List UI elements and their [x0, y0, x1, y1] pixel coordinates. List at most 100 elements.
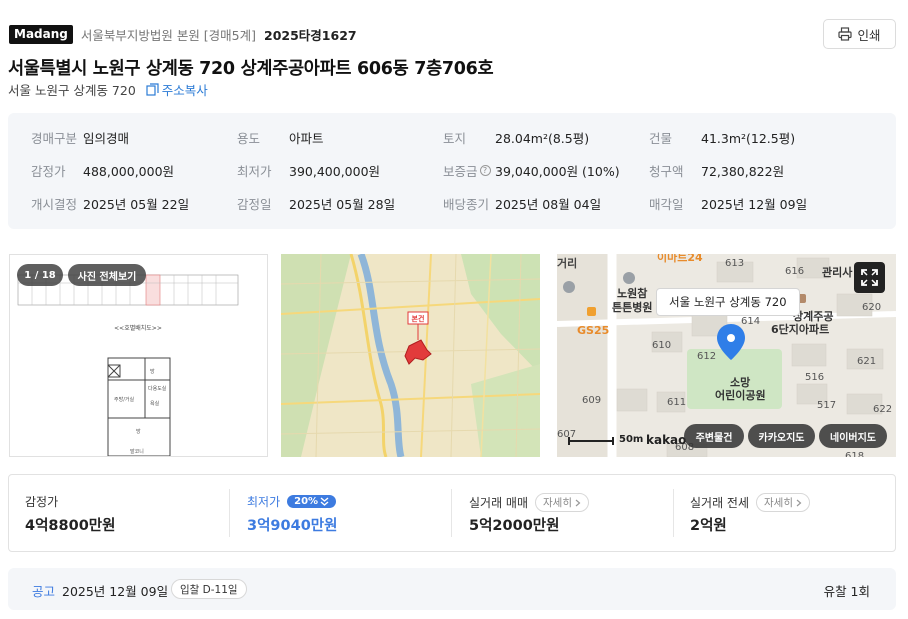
map-place: 노원참: [617, 287, 648, 300]
map-expand-button[interactable]: [854, 262, 885, 293]
price-summary: 감정가 4억8800만원 최저가 20% 3억9040만원 실거래 매매 자세히…: [8, 474, 896, 552]
notice-label: 공고: [32, 584, 56, 599]
price-value: 2억원: [690, 518, 727, 534]
chevron-right-icon: [575, 499, 581, 506]
info-value: 488,000,000원: [83, 163, 175, 179]
info-label: 최저가: [237, 163, 272, 179]
price-minimum: 최저가 20% 3억9040만원: [247, 475, 447, 551]
info-value: 2025년 12월 09일: [701, 196, 808, 212]
info-sale-date: 매각일 2025년 12월 09일: [649, 193, 807, 213]
info-value: 390,400,000원: [289, 163, 381, 179]
copy-address-label: 주소복사: [161, 83, 208, 98]
real-jeonse-detail-button[interactable]: 자세히: [756, 493, 810, 512]
real-trade-detail-button[interactable]: 자세히: [535, 493, 589, 512]
fail-count: 유찰 1회: [823, 584, 870, 599]
info-appraisal-date: 감정일 2025년 05월 28일: [237, 193, 395, 213]
info-label: 건물: [649, 130, 673, 146]
nearby-items-button[interactable]: 주변물건: [684, 424, 744, 448]
svg-text:다용도실: 다용도실: [148, 385, 167, 392]
double-chevron-down-icon: [320, 497, 329, 506]
map-number: 612: [697, 351, 717, 362]
info-deposit: 보증금 ? 39,040,000원 (10%): [443, 160, 620, 180]
info-claim: 청구액 72,380,822원: [649, 160, 784, 180]
price-value: 4억8800만원: [25, 518, 116, 534]
map-place: 이마트24: [657, 254, 703, 264]
page-title: 서울특별시 노원구 상계동 720 상계주공아파트 606동 7층706호: [8, 59, 494, 79]
price-real-trade: 실거래 매매 자세히 5억2000만원: [469, 475, 669, 551]
help-icon[interactable]: ?: [479, 164, 491, 176]
svg-text:욕실: 욕실: [150, 400, 160, 407]
map-number: 517: [817, 400, 837, 411]
map-number: 609: [582, 395, 602, 406]
court-name: 서울북부지방법원 본원 [경매5계]: [80, 27, 257, 43]
info-value: 39,040,000원 (10%): [495, 163, 620, 179]
min-price-label: 최저가: [247, 495, 281, 509]
price-value: 5억2000만원: [469, 518, 560, 534]
info-label: 보증금 ?: [443, 161, 495, 180]
map-place: 6단지아파트: [771, 323, 830, 336]
map-number: 614: [741, 316, 761, 327]
aerial-map-photo[interactable]: 본건: [281, 254, 540, 457]
info-label: 감정일: [237, 196, 272, 212]
print-button[interactable]: 인쇄: [823, 19, 896, 49]
info-minimum: 최저가 390,400,000원: [237, 160, 380, 180]
info-start-decision: 개시결정 2025년 05월 22일: [31, 193, 189, 213]
address-line: 서울 노원구 상계동 720 주소복사: [8, 80, 208, 99]
map-place: 거리: [557, 257, 578, 270]
info-appraisal: 감정가 488,000,000원: [31, 160, 174, 180]
naver-map-button[interactable]: 네이버지도: [819, 424, 887, 448]
kakao-logo: kakao: [646, 433, 687, 447]
info-value: 72,380,822원: [701, 163, 785, 179]
printer-icon: [838, 27, 853, 41]
map-number: 621: [857, 356, 877, 367]
price-label: 최저가 20%: [247, 493, 337, 510]
info-value: 41.3m²(12.5평): [701, 130, 796, 146]
discount-badge: 20%: [287, 495, 337, 508]
info-label: 매각일: [649, 196, 684, 212]
map-number: 618: [845, 451, 865, 457]
price-label: 감정가: [25, 495, 59, 509]
info-value: 2025년 05월 28일: [289, 196, 396, 212]
map-number: 516: [805, 372, 825, 383]
aerial-marker-label: 본건: [412, 314, 425, 323]
price-real-jeonse: 실거래 전세 자세히 2억원: [690, 475, 890, 551]
kakao-map-button[interactable]: 카카오지도: [748, 424, 815, 448]
svg-text:주방/거실: 주방/거실: [114, 396, 134, 403]
floorplan-photo[interactable]: 방 다용도실 주방/거실 욕실 방 발코니 <<호별배치도>> 1 / 18 사…: [9, 254, 268, 457]
info-label: 개시결정: [31, 196, 78, 212]
divider: [451, 489, 452, 537]
map-number: 616: [785, 266, 805, 277]
kakao-map[interactable]: 거리 이마트24 노원참 튼튼병원 GS25 상계주공 6단지아파트 소망 어린…: [557, 254, 896, 457]
chevron-right-icon: [796, 499, 802, 506]
price-appraisal: 감정가 4억8800만원: [25, 475, 225, 551]
svg-text:발코니: 발코니: [130, 448, 144, 455]
map-place: 어린이공원: [715, 389, 766, 402]
map-number: 613: [725, 258, 745, 269]
real-jeonse-label: 실거래 전세: [690, 496, 750, 510]
real-trade-label: 실거래 매매: [469, 496, 529, 510]
copy-address-button[interactable]: 주소복사: [146, 80, 208, 99]
map-place: GS25: [577, 324, 610, 337]
map-number: 620: [862, 302, 882, 313]
info-label: 용도: [237, 130, 261, 146]
svg-text:방: 방: [150, 368, 155, 375]
madang-logo[interactable]: Madang: [9, 24, 73, 44]
map-number: 622: [873, 404, 893, 415]
divider: [229, 489, 230, 537]
info-dividend-deadline: 배당종기 2025년 08월 04일: [443, 193, 601, 213]
price-value: 3억9040만원: [247, 518, 338, 534]
view-all-photos-button[interactable]: 사진 전체보기: [68, 264, 146, 286]
discount-percent: 20%: [294, 496, 319, 507]
info-label: 배당종기: [443, 196, 490, 212]
bid-dday-badge: 입찰 D-11일: [171, 579, 247, 599]
expand-icon: [861, 269, 878, 286]
info-usage: 용도 아파트: [237, 127, 324, 147]
info-value: 임의경매: [83, 130, 130, 146]
notice-date: 2025년 12월 09일: [62, 584, 169, 599]
notice-bar: 공고 2025년 12월 09일 입찰 D-11일 유찰 1회: [8, 568, 896, 610]
copy-icon: [146, 83, 159, 96]
price-label: 실거래 매매 자세히: [469, 493, 589, 512]
svg-text:방: 방: [136, 428, 141, 435]
map-number: 607: [557, 429, 577, 440]
detail-label: 자세히: [764, 497, 793, 509]
